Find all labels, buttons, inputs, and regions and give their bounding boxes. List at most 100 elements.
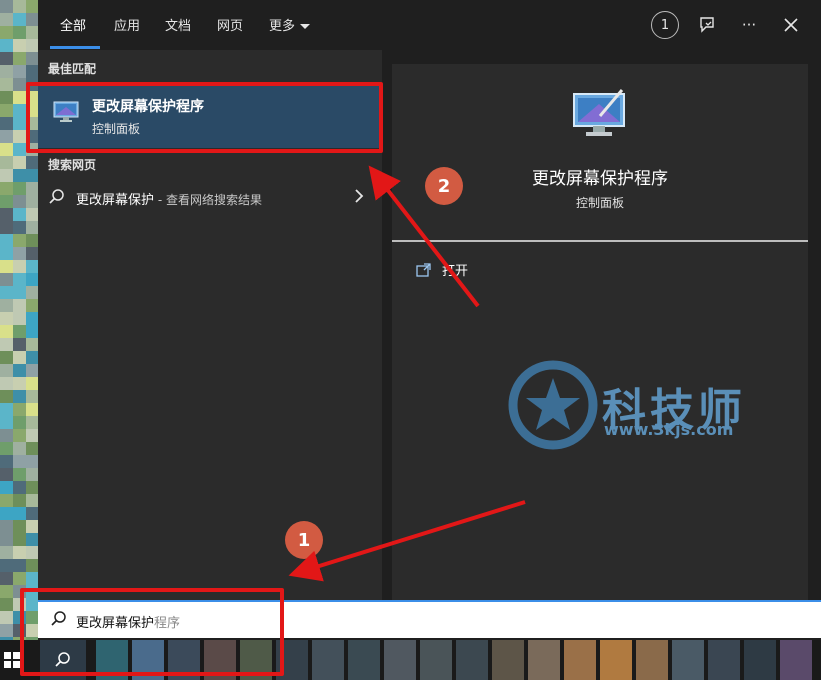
desktop-pixel bbox=[26, 559, 38, 572]
desktop-pixel bbox=[0, 338, 13, 351]
desktop-pixel bbox=[26, 169, 38, 182]
desktop-pixel bbox=[13, 65, 26, 78]
web-hint: - 查看网络搜索结果 bbox=[154, 193, 262, 207]
more-options-button[interactable]: ··· bbox=[731, 10, 767, 40]
taskbar-app-tile[interactable] bbox=[564, 640, 596, 680]
chevron-right-icon[interactable] bbox=[354, 188, 364, 208]
desktop-pixel bbox=[26, 572, 38, 585]
desktop-pixel bbox=[26, 65, 38, 78]
desktop-pixel bbox=[0, 156, 13, 169]
desktop-pixel bbox=[13, 455, 26, 468]
desktop-pixel bbox=[13, 117, 26, 130]
feedback-button[interactable] bbox=[689, 10, 725, 40]
desktop-pixel bbox=[26, 26, 38, 39]
windows-start-icon[interactable] bbox=[4, 652, 20, 672]
desktop-pixel bbox=[26, 390, 38, 403]
open-label: 打开 bbox=[442, 264, 469, 279]
desktop-pixel bbox=[13, 26, 26, 39]
taskbar-app-tile[interactable] bbox=[456, 640, 488, 680]
desktop-pixel bbox=[0, 143, 13, 156]
desktop-pixel bbox=[13, 182, 26, 195]
desktop-pixel bbox=[0, 182, 13, 195]
open-action[interactable]: 打开 bbox=[416, 260, 468, 279]
open-icon bbox=[416, 262, 431, 277]
desktop-pixel bbox=[13, 13, 26, 26]
annotation-step-1: 1 bbox=[285, 521, 323, 559]
preview-pane: 更改屏幕保护程序 控制面板 打开 科技师 www.3kjs.com bbox=[392, 64, 808, 600]
web-search-result[interactable]: 更改屏幕保护 - 查看网络搜索结果 bbox=[38, 182, 382, 214]
taskbar-app-tile[interactable] bbox=[492, 640, 524, 680]
desktop-pixel bbox=[0, 351, 13, 364]
desktop-pixel bbox=[13, 39, 26, 52]
tab-apps[interactable]: 应用 bbox=[114, 15, 140, 34]
desktop-pixel bbox=[13, 546, 26, 559]
desktop-pixel bbox=[26, 455, 38, 468]
desktop-pixel bbox=[13, 494, 26, 507]
desktop-pixel bbox=[0, 572, 13, 585]
desktop-pixel bbox=[0, 117, 13, 130]
tab-more[interactable]: 更多 bbox=[269, 15, 311, 34]
taskbar-app-tile[interactable] bbox=[600, 640, 632, 680]
desktop-pixel bbox=[0, 208, 13, 221]
taskbar-app-tile[interactable] bbox=[384, 640, 416, 680]
desktop-pixel bbox=[26, 13, 38, 26]
desktop-pixel bbox=[26, 351, 38, 364]
desktop-pixel bbox=[13, 299, 26, 312]
close-button[interactable] bbox=[773, 10, 809, 40]
desktop-pixel bbox=[0, 585, 13, 598]
desktop-pixel bbox=[13, 429, 26, 442]
taskbar-app-tile[interactable] bbox=[780, 640, 812, 680]
desktop-pixel bbox=[13, 351, 26, 364]
annotation-box-search bbox=[20, 588, 284, 676]
desktop-pixel bbox=[0, 130, 13, 143]
desktop-pixel bbox=[26, 494, 38, 507]
search-icon bbox=[48, 188, 66, 210]
taskbar-app-tile[interactable] bbox=[312, 640, 344, 680]
desktop-pixel bbox=[0, 520, 13, 533]
desktop-pixel bbox=[13, 442, 26, 455]
tab-all[interactable]: 全部 bbox=[60, 15, 86, 34]
desktop-pixel bbox=[0, 13, 13, 26]
desktop-pixel bbox=[0, 195, 13, 208]
taskbar-app-tile[interactable] bbox=[420, 640, 452, 680]
taskbar-app-tile[interactable] bbox=[708, 640, 740, 680]
tab-web[interactable]: 网页 bbox=[217, 15, 243, 34]
desktop-pixel bbox=[13, 572, 26, 585]
taskbar-app-tile[interactable] bbox=[744, 640, 776, 680]
desktop-pixel bbox=[0, 559, 13, 572]
desktop-pixel bbox=[0, 507, 13, 520]
desktop-pixel bbox=[13, 169, 26, 182]
desktop-pixel bbox=[13, 208, 26, 221]
tab-documents[interactable]: 文档 bbox=[165, 15, 191, 34]
desktop-pixel bbox=[13, 52, 26, 65]
desktop-pixel bbox=[0, 78, 13, 91]
taskbar-app-tile[interactable] bbox=[636, 640, 668, 680]
desktop-pixel bbox=[0, 468, 13, 481]
desktop-pixel bbox=[26, 260, 38, 273]
ellipsis-icon: ··· bbox=[741, 16, 757, 34]
desktop-pixel bbox=[13, 0, 26, 13]
desktop-pixel bbox=[13, 338, 26, 351]
desktop-pixel bbox=[0, 221, 13, 234]
desktop-pixel bbox=[0, 39, 13, 52]
chevron-down-icon bbox=[300, 24, 311, 29]
desktop-pixel bbox=[0, 260, 13, 273]
watermark-logo bbox=[508, 360, 598, 454]
desktop-pixel bbox=[0, 247, 13, 260]
desktop-pixel bbox=[13, 364, 26, 377]
taskbar-app-tile[interactable] bbox=[672, 640, 704, 680]
desktop-pixel bbox=[26, 299, 38, 312]
desktop-pixel bbox=[26, 273, 38, 286]
rewards-button[interactable]: 1 bbox=[647, 10, 683, 40]
desktop-pixel bbox=[0, 611, 13, 624]
desktop-pixel bbox=[0, 325, 13, 338]
desktop-pixel bbox=[26, 533, 38, 546]
desktop-pixel bbox=[26, 312, 38, 325]
desktop-pixel bbox=[0, 533, 13, 546]
taskbar-app-tile[interactable] bbox=[348, 640, 380, 680]
desktop-pixel bbox=[13, 130, 26, 143]
desktop-pixel bbox=[13, 390, 26, 403]
desktop-pixel bbox=[13, 377, 26, 390]
taskbar-app-tile[interactable] bbox=[528, 640, 560, 680]
desktop-pixel bbox=[26, 39, 38, 52]
